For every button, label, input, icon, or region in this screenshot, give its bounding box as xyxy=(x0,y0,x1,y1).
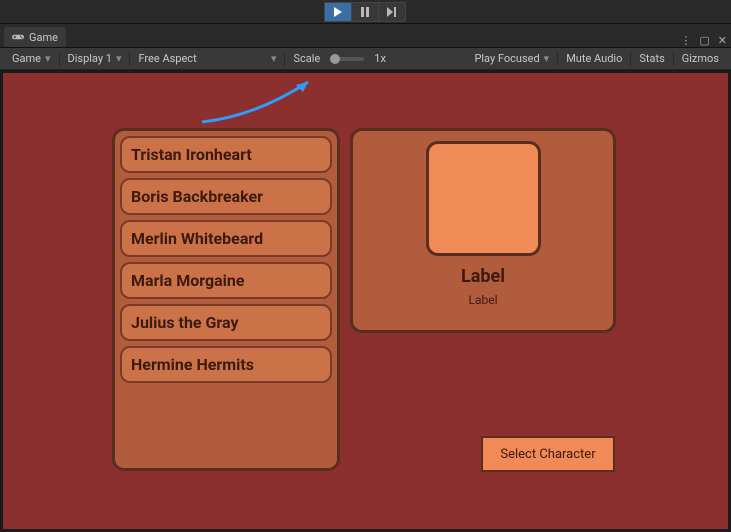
play-controls-bar xyxy=(0,0,731,24)
list-item[interactable]: Merlin Whitebeard xyxy=(120,220,332,257)
label: Stats xyxy=(639,52,664,65)
separator xyxy=(284,52,285,66)
game-toolbar: Game ▾ Display 1 ▾ Free Aspect ▾ Scale 1… xyxy=(0,48,731,70)
game-dropdown[interactable]: Game ▾ xyxy=(6,52,57,65)
tab-row: Game ⋮ ▢ ✕ xyxy=(0,24,731,48)
menu-icon[interactable]: ⋮ xyxy=(680,34,691,47)
close-icon[interactable]: ✕ xyxy=(718,34,727,47)
scale-control: Scale 1x xyxy=(287,52,391,65)
list-item[interactable]: Boris Backbreaker xyxy=(120,178,332,215)
play-button[interactable] xyxy=(324,2,352,22)
dropdown-label: Play Focused xyxy=(474,52,539,65)
scale-value: 1x xyxy=(374,52,386,65)
list-item[interactable]: Hermine Hermits xyxy=(120,346,332,383)
character-detail-panel: Label Label xyxy=(350,128,616,333)
stats-toggle[interactable]: Stats xyxy=(633,52,670,65)
separator xyxy=(59,52,60,66)
character-name-label: Label xyxy=(461,266,505,287)
mute-audio-toggle[interactable]: Mute Audio xyxy=(560,52,628,65)
play-icon xyxy=(333,7,343,17)
game-view-container: Tristan Ironheart Boris Backbreaker Merl… xyxy=(0,70,731,532)
character-name: Merlin Whitebeard xyxy=(131,229,263,248)
chevron-down-icon: ▾ xyxy=(271,52,277,65)
character-class-label: Label xyxy=(468,293,497,307)
window-controls: ⋮ ▢ ✕ xyxy=(680,34,727,47)
list-item[interactable]: Marla Morgaine xyxy=(120,262,332,299)
separator xyxy=(557,52,558,66)
character-list-panel: Tristan Ironheart Boris Backbreaker Merl… xyxy=(112,128,340,471)
separator xyxy=(129,52,130,66)
button-label: Select Character xyxy=(500,447,595,462)
tab-game[interactable]: Game xyxy=(4,27,66,47)
dropdown-label: Display 1 xyxy=(68,52,112,65)
gamepad-icon xyxy=(12,32,24,42)
character-name: Boris Backbreaker xyxy=(131,187,263,206)
scale-slider[interactable] xyxy=(330,57,364,61)
play-mode-dropdown[interactable]: Play Focused ▾ xyxy=(468,52,555,65)
character-name: Marla Morgaine xyxy=(131,271,245,290)
character-portrait xyxy=(426,141,541,256)
chevron-down-icon: ▾ xyxy=(116,52,122,65)
slider-knob[interactable] xyxy=(330,54,340,64)
gizmos-toggle[interactable]: Gizmos xyxy=(676,52,725,65)
select-character-button[interactable]: Select Character xyxy=(481,436,615,472)
tab-label: Game xyxy=(29,31,58,44)
pause-icon xyxy=(360,7,370,17)
maximize-icon[interactable]: ▢ xyxy=(699,34,709,47)
separator xyxy=(673,52,674,66)
list-item[interactable]: Julius the Gray xyxy=(120,304,332,341)
character-name: Hermine Hermits xyxy=(131,355,254,374)
aspect-dropdown[interactable]: Free Aspect ▾ xyxy=(132,52,282,65)
display-dropdown[interactable]: Display 1 ▾ xyxy=(62,52,128,65)
scale-label: Scale xyxy=(293,52,320,65)
pause-button[interactable] xyxy=(351,2,379,22)
dropdown-label: Game xyxy=(12,52,41,65)
chevron-down-icon: ▾ xyxy=(45,52,51,65)
dropdown-label: Free Aspect xyxy=(138,52,196,65)
separator xyxy=(630,52,631,66)
annotation-arrow xyxy=(196,76,326,126)
step-button[interactable] xyxy=(378,2,406,22)
character-name: Julius the Gray xyxy=(131,313,239,332)
chevron-down-icon: ▾ xyxy=(544,52,550,65)
list-item[interactable]: Tristan Ironheart xyxy=(120,136,332,173)
step-icon xyxy=(387,7,397,17)
character-name: Tristan Ironheart xyxy=(131,145,252,164)
game-viewport: Tristan Ironheart Boris Backbreaker Merl… xyxy=(3,73,728,529)
label: Gizmos xyxy=(682,52,719,65)
label: Mute Audio xyxy=(566,52,622,65)
